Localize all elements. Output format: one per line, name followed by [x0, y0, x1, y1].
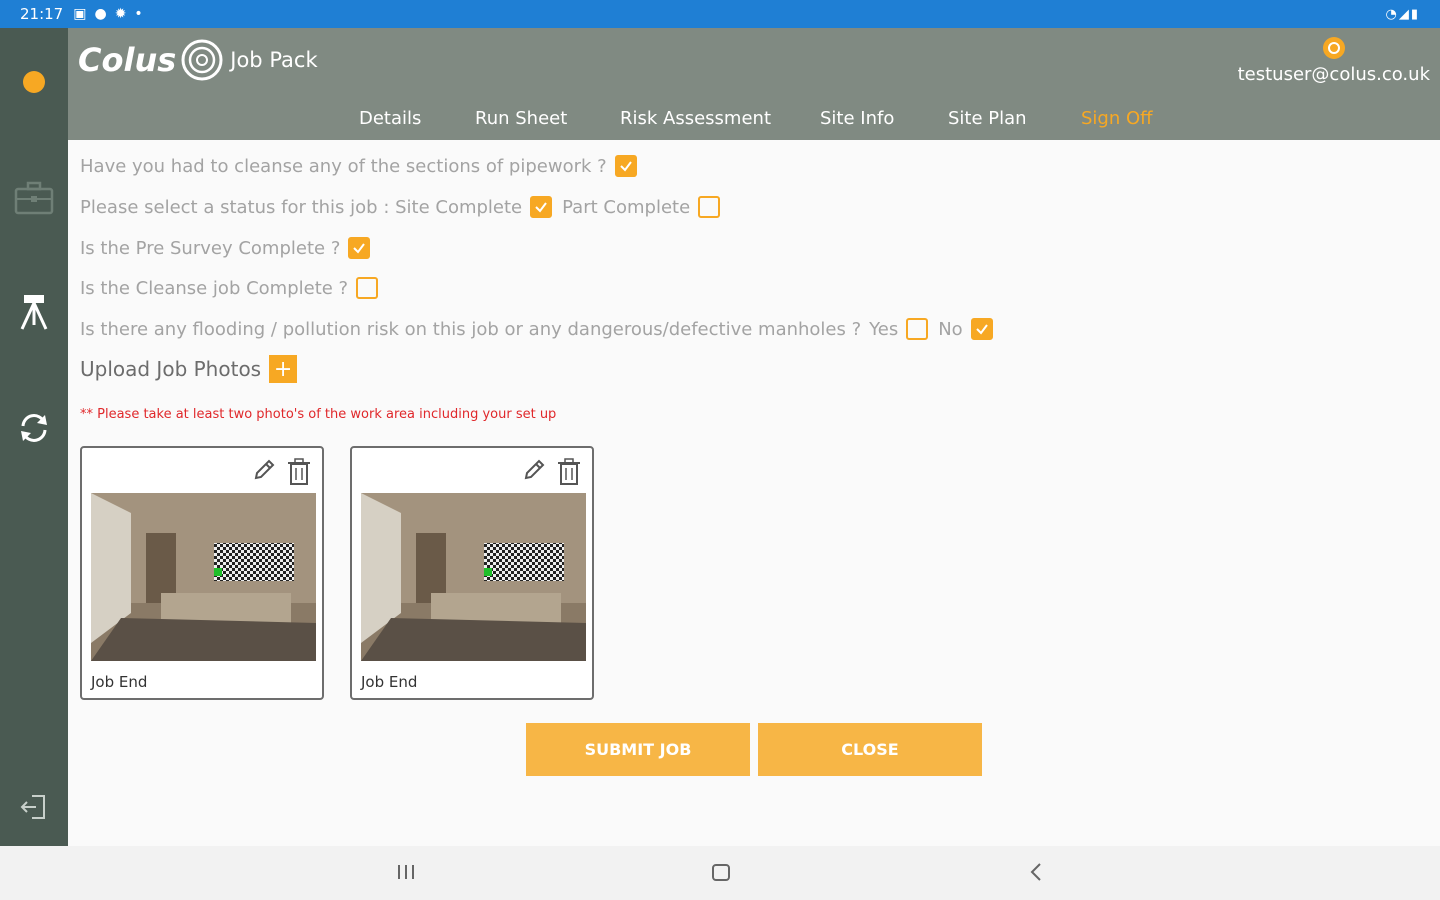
tab-site-info[interactable]: Site Info [820, 108, 894, 129]
check-icon [975, 324, 988, 335]
delete-trash-icon[interactable] [286, 458, 312, 486]
tab-sign-off[interactable]: Sign Off [1081, 108, 1153, 129]
question-label: Please select a status for this job : Si… [80, 196, 523, 218]
survey-tripod-icon[interactable] [0, 290, 68, 334]
check-icon [619, 161, 632, 172]
tab-risk-assessment[interactable]: Risk Assessment [620, 108, 771, 129]
sidebar [0, 28, 68, 846]
location-notification-icon: ● [94, 6, 107, 22]
flooding-yes-checkbox[interactable] [906, 318, 929, 340]
upload-photos-label: Upload Job Photos [80, 357, 262, 381]
cleanse-pipework-checkbox[interactable] [614, 155, 637, 177]
app-name: Job Pack [230, 48, 318, 72]
question-job-status: Please select a status for this job : Si… [80, 196, 730, 218]
tab-bar: Details Run Sheet Risk Assessment Site I… [68, 108, 1440, 138]
plus-icon: + [273, 356, 293, 382]
question-cleanse-complete: Is the Cleanse job Complete ? [80, 277, 388, 299]
pre-survey-checkbox[interactable] [348, 237, 371, 259]
question-label: Is the Cleanse job Complete ? [80, 277, 349, 299]
sync-icon[interactable] [0, 408, 68, 448]
job-photo-image[interactable] [361, 493, 586, 661]
site-complete-checkbox[interactable] [530, 196, 553, 218]
tab-run-sheet[interactable]: Run Sheet [475, 108, 567, 129]
photo-card: Job End [80, 446, 324, 700]
tab-details[interactable]: Details [359, 108, 421, 129]
settings-notification-icon: ✹ [114, 6, 127, 22]
app-logo: Colus Job Pack [78, 36, 318, 84]
flooding-no-checkbox[interactable] [970, 318, 993, 340]
android-nav-bar [0, 846, 1440, 900]
briefcase-icon[interactable] [0, 178, 68, 218]
app-header: Colus Job Pack testuser@colus.co.uk Deta… [68, 28, 1440, 140]
gallery-notification-icon: ▣ [73, 6, 87, 22]
user-info[interactable]: testuser@colus.co.uk [1238, 36, 1430, 85]
more-notifications-icon: • [134, 6, 143, 22]
user-email: testuser@colus.co.uk [1237, 64, 1430, 85]
part-complete-checkbox[interactable] [698, 196, 721, 218]
job-photo-image[interactable] [91, 493, 316, 661]
photo-caption: Job End [361, 673, 418, 691]
submit-job-button[interactable]: SUBMIT JOB [526, 723, 750, 776]
status-time: 21:17 [20, 5, 64, 23]
check-icon [535, 202, 547, 213]
part-complete-label: Part Complete [562, 196, 691, 218]
status-bar: 21:17 ▣ ● ✹ • ◔◢▮ [0, 0, 1440, 28]
signal-battery-icon: ◔◢▮ [1385, 6, 1420, 22]
sign-off-form: Have you had to cleanse any of the secti… [68, 140, 1440, 846]
cleanse-complete-checkbox[interactable] [356, 277, 379, 299]
colus-logo-icon [181, 39, 223, 81]
photo-card: Job End [350, 446, 594, 700]
logout-icon[interactable] [0, 790, 68, 824]
add-photo-button[interactable]: + [269, 355, 298, 383]
upload-note: ** Please take at least two photo's of t… [80, 407, 557, 422]
photo-caption: Job End [91, 673, 148, 691]
yes-label: Yes [869, 318, 899, 340]
check-icon [353, 243, 366, 254]
recent-apps-icon[interactable] [395, 860, 417, 884]
question-pre-survey: Is the Pre Survey Complete ? [80, 237, 380, 259]
upload-photos-row: Upload Job Photos + [80, 355, 298, 383]
question-label: Is there any flooding / pollution risk o… [80, 318, 862, 340]
close-button[interactable]: CLOSE [758, 723, 982, 776]
home-icon[interactable] [710, 860, 732, 884]
edit-pencil-icon[interactable] [522, 458, 546, 482]
delete-trash-icon[interactable] [556, 458, 582, 486]
no-label: No [938, 318, 963, 340]
question-cleanse-pipework: Have you had to cleanse any of the secti… [80, 155, 647, 177]
user-status-icon [1322, 37, 1345, 59]
back-icon[interactable] [1026, 860, 1048, 884]
brand-name: Colus [78, 41, 177, 79]
question-label: Have you had to cleanse any of the secti… [80, 155, 607, 177]
tab-site-plan[interactable]: Site Plan [948, 108, 1027, 129]
question-flooding-risk: Is there any flooding / pollution risk o… [80, 318, 1003, 340]
sidebar-status-dot [0, 68, 68, 96]
edit-pencil-icon[interactable] [252, 458, 276, 482]
question-label: Is the Pre Survey Complete ? [80, 237, 341, 259]
